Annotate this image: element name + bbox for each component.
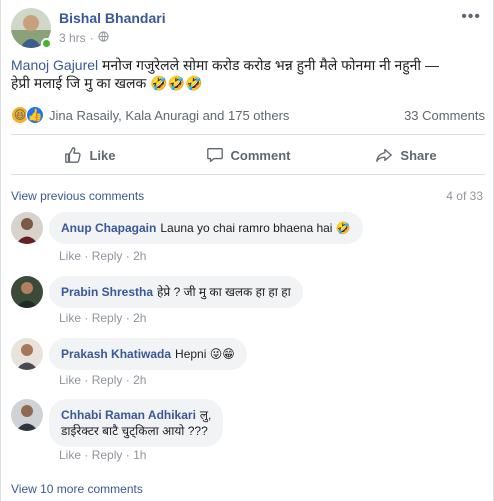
- comment-time[interactable]: 1h: [133, 448, 146, 462]
- comment-bubble: Prabin Shrestha हेप्रे ? जी मु का खलक हा …: [49, 276, 303, 308]
- like-label: Like: [89, 147, 116, 163]
- comment-text: हेप्रे ? जी मु का खलक हा हा हा: [157, 285, 291, 299]
- comment-like-link[interactable]: Like: [59, 373, 81, 387]
- comment-item: Prakash Khatiwada Hepni 😜😁 Like · Reply ·…: [11, 338, 481, 388]
- comment-text: Hepni 😜😁: [175, 347, 235, 361]
- comment-button[interactable]: Comment: [169, 138, 327, 172]
- reactions-summary: 😆 👍 Jina Rasaily, Kala Anuragi and 175 o…: [11, 105, 485, 125]
- separator: ·: [125, 311, 130, 325]
- post-text: Manoj Gajurel मनोज गजुरेलले सोमा करोड कर…: [11, 56, 481, 92]
- post-meta: 3 hrs ·: [59, 31, 109, 45]
- separator: ·: [84, 249, 89, 263]
- comments-pagination-count: 4 of 33: [446, 189, 483, 203]
- comment-reply-link[interactable]: Reply: [92, 311, 123, 325]
- post-time[interactable]: 3 hrs: [59, 31, 86, 45]
- comment-item: Anup Chapagain Launa yo chai ramro bhaena…: [11, 212, 481, 263]
- commenter-name[interactable]: Anup Chapagain: [61, 221, 156, 235]
- post-text-line2: हेप्री मलाई जि मु का खलक 🤣🤣🤣: [11, 75, 203, 91]
- comment-like-link[interactable]: Like: [59, 448, 81, 462]
- separator: ·: [84, 448, 89, 462]
- like-button[interactable]: Like: [11, 138, 169, 172]
- comment-bubble: Chhabi Raman Adhikari लु, डाईरेक्टर बाटै …: [49, 399, 224, 447]
- commenter-avatar[interactable]: [11, 399, 43, 431]
- commenter-name[interactable]: Prakash Khatiwada: [61, 347, 171, 361]
- share-button[interactable]: Share: [327, 138, 485, 172]
- action-bar: Like Comment Share: [11, 138, 485, 172]
- separator: ·: [125, 373, 130, 387]
- online-status-dot: [41, 38, 52, 49]
- comment-time[interactable]: 2h: [133, 311, 146, 325]
- comment-item: Chhabi Raman Adhikari लु, डाईरेक्टर बाटै …: [11, 399, 481, 465]
- commenter-name[interactable]: Chhabi Raman Adhikari: [61, 408, 196, 422]
- comment-actions: Like · Reply · 2h: [59, 249, 146, 263]
- comment-reply-link[interactable]: Reply: [92, 373, 123, 387]
- comment-reply-link[interactable]: Reply: [92, 249, 123, 263]
- reaction-icons[interactable]: 😆 👍: [11, 106, 44, 124]
- comment-time[interactable]: 2h: [133, 249, 146, 263]
- comment-actions: Like · Reply · 2h: [59, 373, 146, 387]
- comment-like-link[interactable]: Like: [59, 249, 81, 263]
- separator: ·: [84, 311, 89, 325]
- mention-link[interactable]: Manoj Gajurel: [11, 57, 98, 73]
- comment-actions: Like · Reply · 2h: [59, 311, 146, 325]
- share-arrow-icon: [376, 148, 393, 162]
- commenter-name[interactable]: Prabin Shrestha: [61, 285, 153, 299]
- comment-bubble: Anup Chapagain Launa yo chai ramro bhaena…: [49, 212, 363, 244]
- commenter-avatar[interactable]: [11, 212, 43, 244]
- view-more-comments-link[interactable]: View 10 more comments: [11, 482, 143, 496]
- post-author-name[interactable]: Bishal Bhandari: [59, 10, 166, 26]
- meta-separator: ·: [89, 31, 94, 45]
- comment-bubble: Prakash Khatiwada Hepni 😜😁: [49, 338, 247, 370]
- more-dots-icon[interactable]: •••: [461, 8, 481, 26]
- divider: [11, 134, 485, 135]
- like-reaction-icon: 👍: [26, 106, 44, 124]
- share-label: Share: [400, 147, 437, 163]
- thumbs-up-icon: [65, 147, 82, 163]
- comments-count-link[interactable]: 33 Comments: [404, 108, 485, 123]
- commenter-avatar[interactable]: [11, 338, 43, 370]
- comment-actions: Like · Reply · 1h: [59, 448, 146, 462]
- separator: ·: [125, 249, 130, 263]
- comment-label: Comment: [230, 147, 291, 163]
- comment-text-line2: डाईरेक्टर बाटै चुट्किला आयो ???: [61, 424, 208, 438]
- comment-time[interactable]: 2h: [133, 373, 146, 387]
- comment-text: लु,: [199, 408, 212, 422]
- separator: ·: [84, 373, 89, 387]
- facebook-post: Bishal Bhandari 3 hrs · ••• Manoj Gajure…: [0, 0, 494, 501]
- reaction-names[interactable]: Jina Rasaily, Kala Anuragi and 175 other…: [49, 108, 404, 123]
- comment-reply-link[interactable]: Reply: [92, 448, 123, 462]
- commenter-avatar[interactable]: [11, 276, 43, 308]
- post-text-line1: मनोज गजुरेलले सोमा करोड करोड भन्न हुनी म…: [98, 57, 439, 73]
- separator: ·: [125, 448, 130, 462]
- view-previous-comments-link[interactable]: View previous comments: [11, 189, 144, 203]
- comment-icon: [206, 148, 223, 162]
- comment-like-link[interactable]: Like: [59, 311, 81, 325]
- comment-item: Prabin Shrestha हेप्रे ? जी मु का खलक हा …: [11, 276, 481, 326]
- globe-icon: [98, 31, 109, 45]
- comment-text: Launa yo chai ramro bhaena hai 🤣: [160, 221, 351, 235]
- divider: [11, 174, 485, 175]
